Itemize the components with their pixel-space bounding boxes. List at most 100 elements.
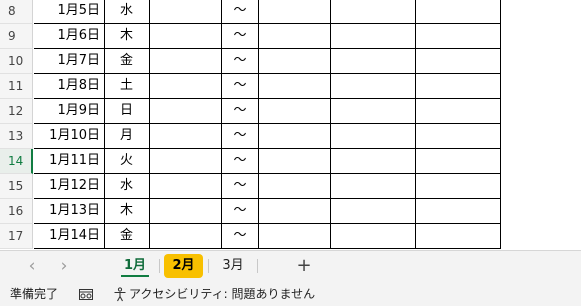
time-end-cell[interactable]: [259, 124, 331, 149]
time-start-cell[interactable]: [150, 49, 222, 74]
cell[interactable]: [416, 0, 501, 24]
cell[interactable]: [416, 224, 501, 249]
date-cell[interactable]: 1月13日: [34, 199, 105, 224]
cell[interactable]: [331, 124, 416, 149]
row-header[interactable]: 17: [0, 224, 33, 249]
row-header[interactable]: 15: [0, 174, 33, 199]
spreadsheet-grid[interactable]: 8 1月5日水～ 9 1月6日木～ 10 1月7日金～ 11 1月8日土～ 12 1月9日日～ 13…: [0, 0, 581, 250]
cell[interactable]: [416, 199, 501, 224]
row-header[interactable]: 8: [0, 0, 33, 24]
date-cell[interactable]: 1月11日: [34, 149, 105, 174]
time-end-cell[interactable]: [259, 74, 331, 99]
row-header[interactable]: 12: [0, 99, 33, 124]
sheet-tab-3[interactable]: 3月: [213, 254, 253, 278]
sheet-tab-3-label: 3月: [222, 258, 244, 273]
sheet-tab-2[interactable]: 2月: [164, 254, 203, 278]
row-header[interactable]: 13: [0, 124, 33, 149]
cell[interactable]: [416, 124, 501, 149]
cell[interactable]: [331, 49, 416, 74]
weekday-cell[interactable]: 木: [105, 199, 150, 224]
time-start-cell[interactable]: [150, 124, 222, 149]
row-header[interactable]: 16: [0, 199, 33, 224]
weekday-cell[interactable]: 土: [105, 74, 150, 99]
status-accessibility[interactable]: アクセシビリティ: 問題ありません: [129, 283, 315, 306]
time-start-cell[interactable]: [150, 74, 222, 99]
row-header[interactable]: 14: [0, 149, 33, 174]
cell[interactable]: [331, 99, 416, 124]
accessibility-icon[interactable]: [113, 287, 127, 302]
time-start-cell[interactable]: [150, 199, 222, 224]
time-start-cell[interactable]: [150, 149, 222, 174]
range-separator-cell[interactable]: ～: [222, 99, 259, 124]
weekday-cell[interactable]: 金: [105, 224, 150, 249]
add-sheet-icon[interactable]: +: [293, 255, 315, 277]
cell[interactable]: [331, 224, 416, 249]
date-cell[interactable]: 1月8日: [34, 74, 105, 99]
table-row: 15 1月12日水 ～: [0, 174, 581, 199]
status-bar: 準備完了 アクセシビリティ: 問題ありません: [0, 283, 581, 306]
range-separator-cell[interactable]: ～: [222, 224, 259, 249]
table-row: 9 1月6日木 ～: [0, 24, 581, 49]
row-header[interactable]: 11: [0, 74, 33, 99]
range-separator-cell[interactable]: ～: [222, 49, 259, 74]
scroll-tabs-right-icon[interactable]: ›: [53, 255, 75, 277]
cell[interactable]: [331, 174, 416, 199]
time-start-cell[interactable]: [150, 174, 222, 199]
cell[interactable]: [416, 74, 501, 99]
table-row: 17 1月14日金 ～: [0, 224, 581, 249]
cell[interactable]: [416, 49, 501, 74]
date-cell[interactable]: 1月9日: [34, 99, 105, 124]
time-start-cell[interactable]: [150, 0, 222, 24]
time-start-cell[interactable]: [150, 24, 222, 49]
weekday-cell[interactable]: 木: [105, 24, 150, 49]
time-end-cell[interactable]: [259, 174, 331, 199]
range-separator-cell[interactable]: ～: [222, 124, 259, 149]
cell[interactable]: [416, 174, 501, 199]
weekday-cell[interactable]: 水: [105, 0, 150, 24]
time-end-cell[interactable]: [259, 0, 331, 24]
cell[interactable]: [331, 199, 416, 224]
table-row: 8 1月5日水 ～: [0, 0, 581, 24]
cell[interactable]: [331, 0, 416, 24]
date-cell[interactable]: 1月5日: [34, 0, 105, 24]
scroll-tabs-left-icon[interactable]: ‹: [21, 255, 43, 277]
cell[interactable]: [416, 149, 501, 174]
weekday-cell[interactable]: 火: [105, 149, 150, 174]
date-cell[interactable]: 1月10日: [34, 124, 105, 149]
date-cell[interactable]: 1月14日: [34, 224, 105, 249]
sheet-tab-1-label: 1月: [123, 258, 147, 273]
macro-record-icon[interactable]: [79, 288, 93, 301]
cell[interactable]: [331, 24, 416, 49]
range-separator-cell[interactable]: ～: [222, 0, 259, 24]
sheet-tab-1[interactable]: 1月: [115, 254, 155, 278]
time-start-cell[interactable]: [150, 224, 222, 249]
time-end-cell[interactable]: [259, 99, 331, 124]
table-row: 12 1月9日日 ～: [0, 99, 581, 124]
time-end-cell[interactable]: [259, 224, 331, 249]
cell[interactable]: [331, 149, 416, 174]
row-header[interactable]: 10: [0, 49, 33, 74]
cell[interactable]: [416, 24, 501, 49]
range-separator-cell[interactable]: ～: [222, 149, 259, 174]
range-separator-cell[interactable]: ～: [222, 74, 259, 99]
range-separator-cell[interactable]: ～: [222, 199, 259, 224]
time-start-cell[interactable]: [150, 99, 222, 124]
range-separator-cell[interactable]: ～: [222, 174, 259, 199]
date-cell[interactable]: 1月12日: [34, 174, 105, 199]
cell[interactable]: [416, 99, 501, 124]
date-cell[interactable]: 1月7日: [34, 49, 105, 74]
weekday-cell[interactable]: 月: [105, 124, 150, 149]
weekday-cell[interactable]: 日: [105, 99, 150, 124]
weekday-cell[interactable]: 水: [105, 174, 150, 199]
time-end-cell[interactable]: [259, 149, 331, 174]
tab-separator: [257, 259, 258, 273]
tab-separator: [159, 259, 160, 273]
time-end-cell[interactable]: [259, 199, 331, 224]
cell[interactable]: [331, 74, 416, 99]
weekday-cell[interactable]: 金: [105, 49, 150, 74]
time-end-cell[interactable]: [259, 49, 331, 74]
time-end-cell[interactable]: [259, 24, 331, 49]
range-separator-cell[interactable]: ～: [222, 24, 259, 49]
row-header[interactable]: 9: [0, 24, 33, 49]
date-cell[interactable]: 1月6日: [34, 24, 105, 49]
